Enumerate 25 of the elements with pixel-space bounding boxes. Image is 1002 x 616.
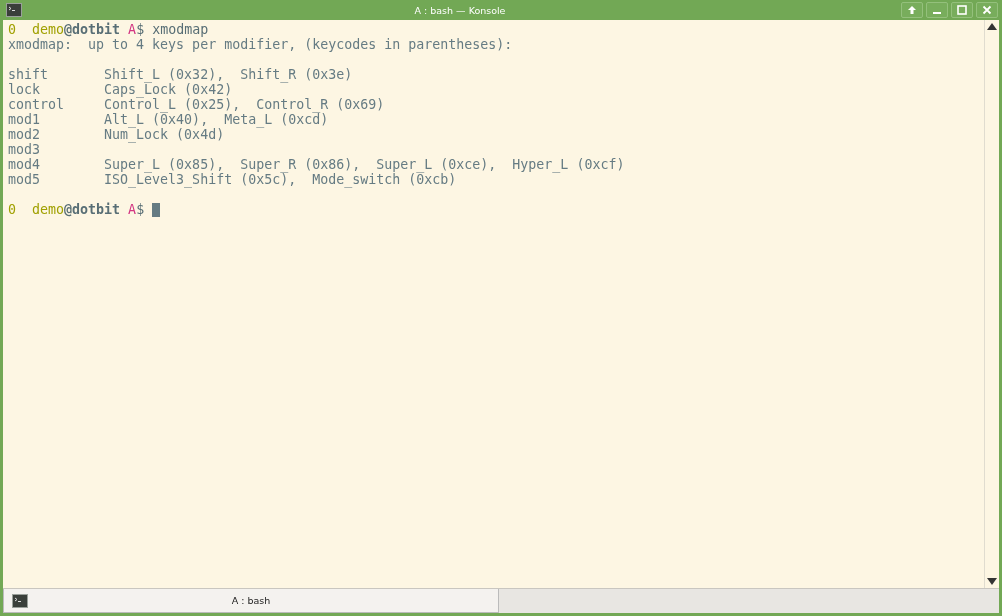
output-line: control Control_L (0x25), Control_R (0x69) (8, 97, 385, 112)
output-line: mod2 Num_Lock (0x4d) (8, 127, 225, 142)
scroll-down-icon[interactable] (987, 578, 997, 585)
minimize-icon (933, 12, 941, 14)
window-title: A : bash — Konsole (413, 4, 507, 16)
minimize-button[interactable] (926, 2, 948, 18)
maximize-button[interactable] (951, 2, 973, 18)
output-line: mod1 Alt_L (0x40), Meta_L (0xcd) (8, 112, 329, 127)
output-line: xmodmap: up to 4 keys per modifier, (keycodes in parentheses): (8, 37, 513, 52)
terminal-icon (6, 3, 22, 17)
output-line: mod5 ISO_Level3_Shift (0x5c), Mode_switch (0xcb) (8, 172, 457, 187)
close-button[interactable] (976, 2, 998, 18)
output-line: mod4 Super_L (0x85), Super_R (0x86), Super_L (0xce), Hyper_L (0xcf) (8, 157, 625, 172)
output-line: mod3 (8, 142, 41, 157)
shell-prompt: 0 demo@dotbit A$ (8, 202, 145, 217)
session-tab[interactable]: A : bash (3, 589, 499, 613)
keep-above-button[interactable] (901, 2, 923, 18)
output-line: lock Caps_Lock (0x42) (8, 82, 233, 97)
up-arrow-icon (907, 5, 917, 15)
maximize-icon (957, 5, 967, 15)
shell-prompt: 0 demo@dotbit A$ xmodmap (8, 22, 209, 37)
output-line: shift Shift_L (0x32), Shift_R (0x3e) (8, 67, 353, 82)
terminal-icon (12, 593, 28, 608)
close-icon (982, 5, 992, 15)
scroll-up-icon[interactable] (987, 23, 997, 30)
